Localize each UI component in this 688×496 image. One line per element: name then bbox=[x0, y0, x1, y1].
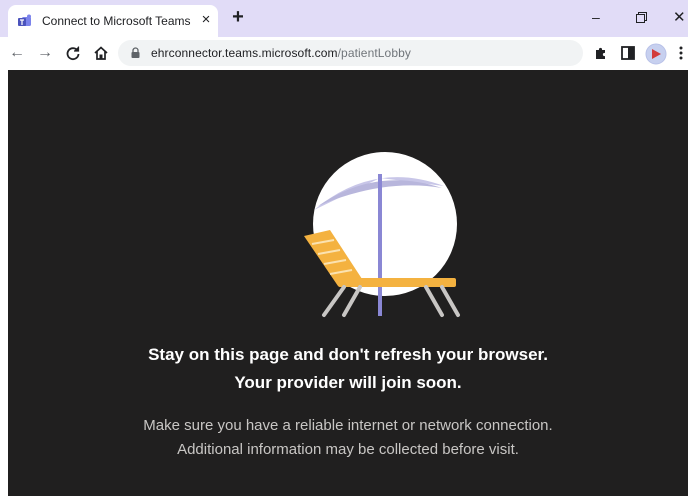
beach-chair-umbrella-icon bbox=[304, 152, 460, 317]
home-icon[interactable] bbox=[92, 44, 110, 62]
tab-title: Connect to Microsoft Teams bbox=[42, 14, 191, 28]
close-window-button[interactable]: ✕ bbox=[673, 8, 686, 26]
url-host: ehrconnector.teams.microsoft.com bbox=[151, 46, 338, 60]
lobby-message-2: Additional information may be collected … bbox=[177, 441, 519, 458]
minimize-button[interactable]: – bbox=[592, 9, 600, 25]
back-button[interactable]: ← bbox=[8, 44, 26, 62]
menu-kebab-icon[interactable] bbox=[678, 46, 684, 60]
lock-icon bbox=[131, 47, 140, 58]
lobby-headline-1: Stay on this page and don't refresh your… bbox=[148, 345, 548, 364]
forward-button[interactable]: → bbox=[36, 44, 54, 62]
tab-close-icon[interactable]: × bbox=[198, 11, 214, 28]
browser-tab[interactable]: Connect to Microsoft Teams × bbox=[8, 5, 218, 37]
new-tab-button[interactable]: + bbox=[228, 7, 248, 27]
url-path: /patientLobby bbox=[337, 46, 411, 60]
url-text: ehrconnector.teams.microsoft.com/patient… bbox=[151, 46, 411, 60]
browser-toolbar: ← → ehrconnector.teams.microsoft.com/pat… bbox=[0, 37, 688, 70]
extensions-puzzle-icon[interactable] bbox=[594, 46, 608, 60]
lobby-headline-2: Your provider will join soon. bbox=[234, 373, 462, 392]
lobby-message-1: Make sure you have a reliable internet o… bbox=[143, 417, 553, 434]
profile-avatar-icon[interactable] bbox=[645, 43, 667, 65]
tab-strip: Connect to Microsoft Teams × + – ✕ bbox=[0, 0, 688, 37]
lobby-page: Stay on this page and don't refresh your… bbox=[8, 70, 688, 496]
address-bar[interactable]: ehrconnector.teams.microsoft.com/patient… bbox=[118, 40, 583, 66]
side-panel-icon[interactable] bbox=[621, 46, 635, 60]
teams-icon bbox=[18, 14, 31, 26]
reload-icon[interactable] bbox=[64, 44, 82, 62]
restore-window-icon[interactable] bbox=[636, 12, 647, 23]
